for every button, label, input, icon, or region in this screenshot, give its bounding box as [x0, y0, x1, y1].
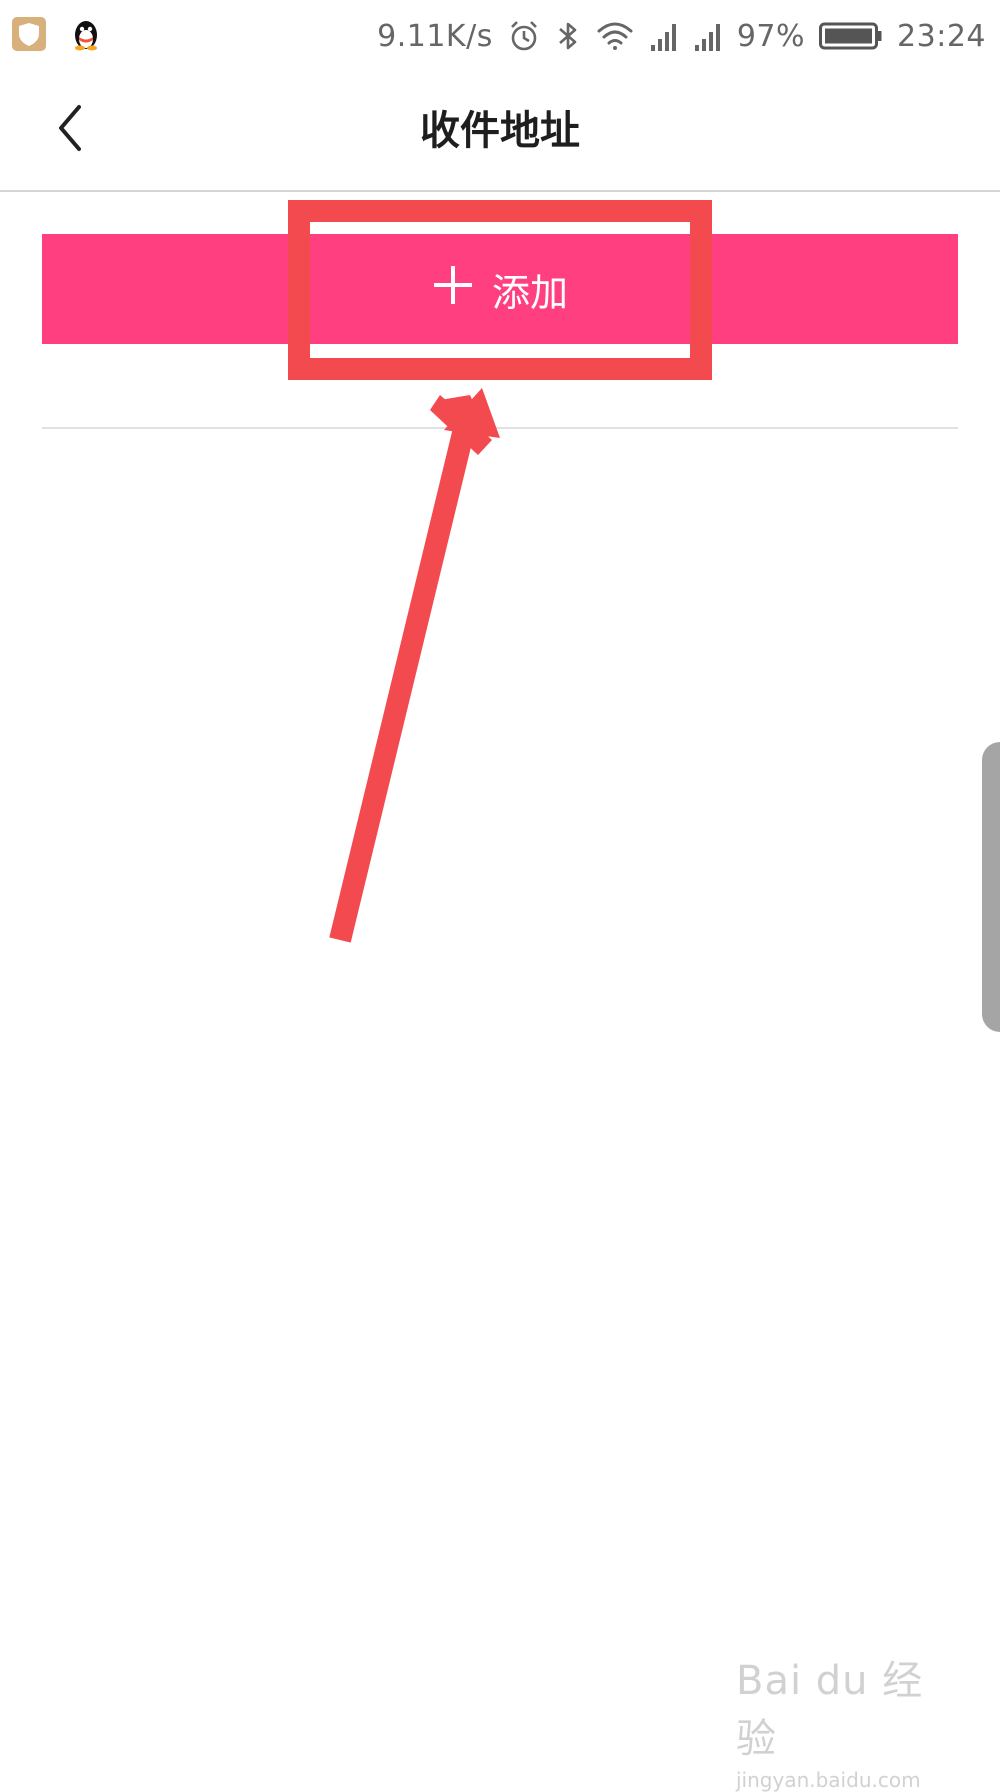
watermark-url: jingyan.baidu.com: [736, 1768, 921, 1792]
signal-icon: [649, 19, 679, 53]
page-header: 收件地址: [0, 70, 1000, 192]
status-left: [12, 16, 102, 56]
add-button-label: 添加: [491, 270, 568, 315]
watermark-brand: Bai du 经验: [736, 1658, 924, 1762]
qq-penguin-icon: [70, 17, 102, 55]
add-address-button[interactable]: 添加: [42, 234, 958, 344]
alarm-icon: [507, 19, 541, 53]
baidu-jingyan-watermark: Bai du 经验 jingyan.baidu.com: [736, 1648, 946, 1792]
status-right: 9.11K/s 97% 23:24: [377, 14, 986, 58]
status-time: 23:24: [897, 18, 986, 54]
wifi-icon: [595, 19, 635, 53]
status-bar: 9.11K/s 97% 23:24: [0, 0, 1000, 70]
battery-icon: [819, 21, 883, 51]
security-shield-icon: [12, 17, 46, 55]
battery-percent: 97%: [736, 18, 806, 54]
plus-icon: [432, 264, 474, 315]
bluetooth-icon: [555, 19, 581, 53]
network-speed: 9.11K/s: [377, 18, 493, 54]
list-divider: [42, 427, 958, 429]
signal-icon: [693, 19, 723, 53]
page-title: 收件地址: [420, 108, 580, 154]
edge-drawer-handle[interactable]: [982, 742, 1000, 1032]
